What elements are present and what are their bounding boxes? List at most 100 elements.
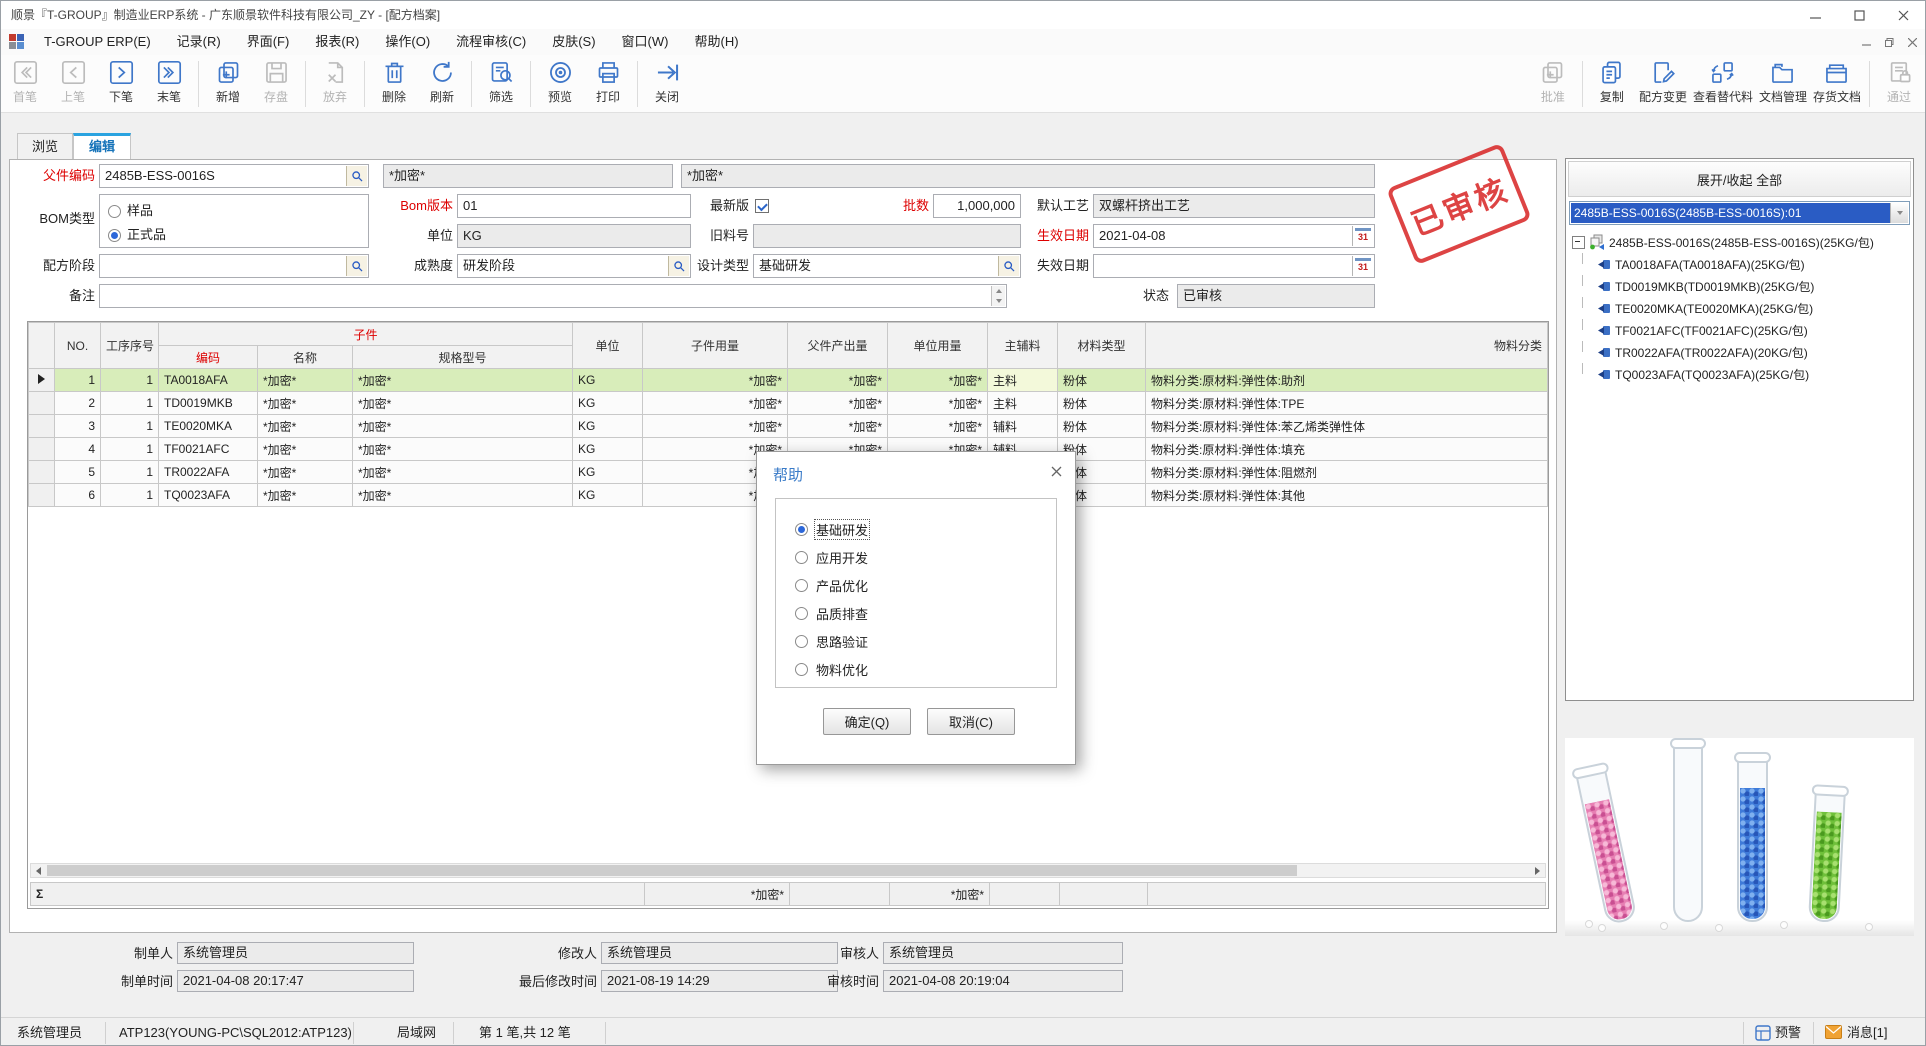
bom-version-combo[interactable]: 2485B-ESS-0016S(2485B-ESS-0016S):01 [1569, 201, 1910, 225]
filter-button[interactable]: 筛选 [477, 59, 525, 105]
tree-node[interactable]: TQ0023AFA(TQ0023AFA)(25KG/包) [1572, 363, 1910, 385]
horizontal-scrollbar[interactable] [30, 863, 1546, 878]
collapse-icon[interactable] [1572, 236, 1585, 249]
option-product-opt[interactable]: 产品优化 [795, 576, 870, 594]
delete-button[interactable]: 删除 [370, 59, 418, 105]
status-message[interactable]: 消息[1] [1847, 1018, 1887, 1046]
option-app-dev[interactable]: 应用开发 [795, 548, 870, 566]
menu-help[interactable]: 帮助(H) [681, 29, 751, 55]
tree-node[interactable]: TA0018AFA(TA0018AFA)(25KG/包) [1572, 253, 1910, 275]
col-child-group[interactable]: 子件 [159, 323, 573, 346]
col-unit-qty[interactable]: 单位用量 [888, 323, 988, 369]
formula-change-button[interactable]: 配方变更 [1636, 59, 1690, 105]
maximize-button[interactable] [1837, 1, 1881, 29]
view-substitute-button[interactable]: 查看替代料 [1690, 59, 1756, 105]
bom-type-formal-radio[interactable]: 正式品 [108, 224, 166, 246]
first-record-button[interactable]: 首笔 [1, 59, 49, 105]
tree-node[interactable]: TF0021AFC(TF0021AFC)(25KG/包) [1572, 319, 1910, 341]
menu-interface[interactable]: 界面(F) [234, 29, 303, 55]
formula-stage-input[interactable] [99, 254, 369, 278]
remark-spinner[interactable] [991, 286, 1005, 306]
batch-input[interactable]: 1,000,000 [933, 194, 1021, 218]
calendar-button[interactable]: 31 [1352, 256, 1373, 276]
scroll-left-button[interactable] [31, 864, 46, 877]
view-substitute-icon [1709, 59, 1736, 86]
combo-dropdown-button[interactable] [1890, 203, 1908, 223]
tree-node[interactable]: TR0022AFA(TR0022AFA)(20KG/包) [1572, 341, 1910, 363]
col-material-type[interactable]: 材料类型 [1058, 323, 1146, 369]
option-quality-check[interactable]: 品质排查 [795, 604, 870, 622]
document-manage-button[interactable]: 文档管理 [1756, 59, 1810, 105]
inventory-document-button[interactable]: 存货文档 [1810, 59, 1864, 105]
option-material-opt[interactable]: 物料优化 [795, 660, 870, 678]
menu-window[interactable]: 窗口(W) [609, 29, 682, 55]
col-material-class[interactable]: 物料分类 [1146, 323, 1548, 369]
menu-report[interactable]: 报表(R) [302, 29, 372, 55]
close-button[interactable] [1881, 1, 1925, 29]
parent-code-lookup-button[interactable] [346, 166, 367, 186]
table-row[interactable]: 21 TD0019MKB*加密**加密* KG*加密* *加密**加密* 主料粉… [29, 392, 1548, 415]
scroll-right-button[interactable] [1530, 864, 1545, 877]
menu-record[interactable]: 记录(R) [164, 29, 234, 55]
expand-collapse-all-button[interactable]: 展开/收起 全部 [1568, 161, 1911, 197]
toolbar-separator [198, 61, 199, 107]
table-row[interactable]: 31 TE0020MKA*加密**加密* KG*加密* *加密**加密* 辅料粉… [29, 415, 1548, 438]
tree-node[interactable]: TD0019MKB(TD0019MKB)(25KG/包) [1572, 275, 1910, 297]
effective-date-input[interactable]: 2021-04-08 31 [1093, 224, 1375, 248]
menu-operation[interactable]: 操作(O) [372, 29, 443, 55]
tab-edit[interactable]: 编辑 [73, 133, 131, 160]
tree-root-node[interactable]: 2485B-ESS-0016S(2485B-ESS-0016S)(25KG/包) [1572, 231, 1910, 253]
alert-icon[interactable] [1755, 1025, 1771, 1041]
parent-code-input[interactable]: 2485B-ESS-0016S [99, 164, 369, 188]
delete-icon [381, 59, 408, 86]
prev-record-button[interactable]: 上笔 [49, 59, 97, 105]
col-parent-output[interactable]: 父件产出量 [788, 323, 888, 369]
col-name[interactable]: 名称 [258, 346, 353, 369]
expiry-date-input[interactable]: 31 [1093, 254, 1375, 278]
calendar-button[interactable]: 31 [1352, 226, 1373, 246]
approve-button[interactable]: 批准 [1529, 59, 1577, 105]
table-row[interactable]: 11 TA0018AFA*加密**加密* KG*加密* *加密**加密* 主料粉… [29, 369, 1548, 392]
save-button[interactable]: 存盘 [252, 59, 300, 105]
next-record-icon [108, 59, 135, 86]
col-spec[interactable]: 规格型号 [353, 346, 573, 369]
col-code[interactable]: 编码 [159, 346, 258, 369]
option-basic-rd[interactable]: 基础研发 [795, 520, 870, 538]
copy-button[interactable]: 复制 [1588, 59, 1636, 105]
last-record-button[interactable]: 末笔 [145, 59, 193, 105]
col-main-aux[interactable]: 主辅料 [988, 323, 1058, 369]
tree-node[interactable]: TE0020MKA(TE0020MKA)(25KG/包) [1572, 297, 1910, 319]
mdi-close-icon[interactable] [1908, 38, 1917, 47]
option-idea-verify[interactable]: 思路验证 [795, 632, 870, 650]
menu-flow-audit[interactable]: 流程审核(C) [443, 29, 539, 55]
close-form-button[interactable]: 关闭 [643, 59, 691, 105]
menu-tgroup-erp[interactable]: T-GROUP ERP(E) [31, 29, 164, 55]
scrollbar-thumb[interactable] [47, 865, 1297, 876]
pass-button[interactable]: 通过 [1875, 59, 1923, 105]
add-button[interactable]: 新增 [204, 59, 252, 105]
status-alert[interactable]: 预警 [1775, 1018, 1801, 1046]
refresh-button[interactable]: 刷新 [418, 59, 466, 105]
next-record-button[interactable]: 下笔 [97, 59, 145, 105]
col-seq[interactable]: 工序序号 [101, 323, 159, 369]
col-child-qty[interactable]: 子件用量 [643, 323, 788, 369]
col-no[interactable]: NO. [55, 323, 101, 369]
dialog-close-button[interactable] [1047, 462, 1065, 480]
close-icon [1051, 466, 1062, 477]
col-unit[interactable]: 单位 [573, 323, 643, 369]
latest-version-checkbox[interactable] [755, 199, 769, 213]
menu-skin[interactable]: 皮肤(S) [539, 29, 608, 55]
print-button[interactable]: 打印 [584, 59, 632, 105]
preview-button[interactable]: 预览 [536, 59, 584, 105]
bom-type-sample-radio[interactable]: 样品 [108, 200, 153, 222]
mdi-restore-icon[interactable] [1885, 38, 1894, 47]
tab-browse[interactable]: 浏览 [17, 133, 73, 160]
formula-stage-label: 配方阶段 [3, 254, 95, 278]
minimize-button[interactable] [1793, 1, 1837, 29]
message-icon[interactable] [1825, 1025, 1842, 1039]
cancel-button[interactable]: 取消(C) [927, 708, 1015, 735]
remark-input[interactable] [99, 284, 1007, 308]
mdi-minimize-icon[interactable] [1862, 38, 1871, 47]
discard-button[interactable]: 放弃 [311, 59, 359, 105]
ok-button[interactable]: 确定(Q) [823, 708, 911, 735]
